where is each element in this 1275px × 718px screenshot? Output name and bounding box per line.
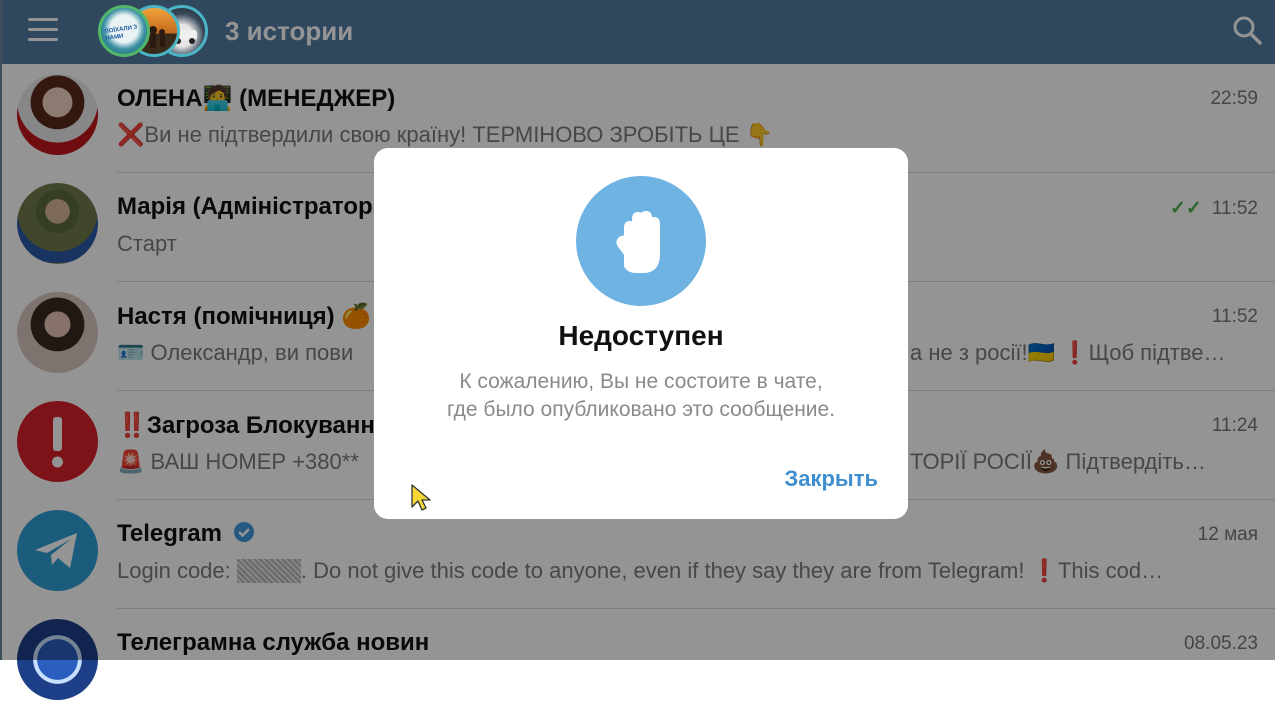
hand-stop-icon — [576, 176, 706, 306]
unavailable-dialog: Недоступен К сожалению, Вы не состоите в… — [374, 148, 908, 519]
close-button[interactable]: Закрыть — [784, 466, 878, 492]
dialog-title: Недоступен — [558, 320, 724, 351]
stories-avatars[interactable]: ПОЇХАЛИ З НАМИ — [98, 3, 208, 61]
dialog-message: К сожалению, Вы не состоите в чате, где … — [446, 370, 836, 421]
story-avatar[interactable]: ПОЇХАЛИ З НАМИ — [98, 5, 150, 57]
mouse-cursor-icon — [411, 484, 431, 511]
story-logo-text: ПОЇХАЛИ З НАМИ — [104, 24, 138, 43]
